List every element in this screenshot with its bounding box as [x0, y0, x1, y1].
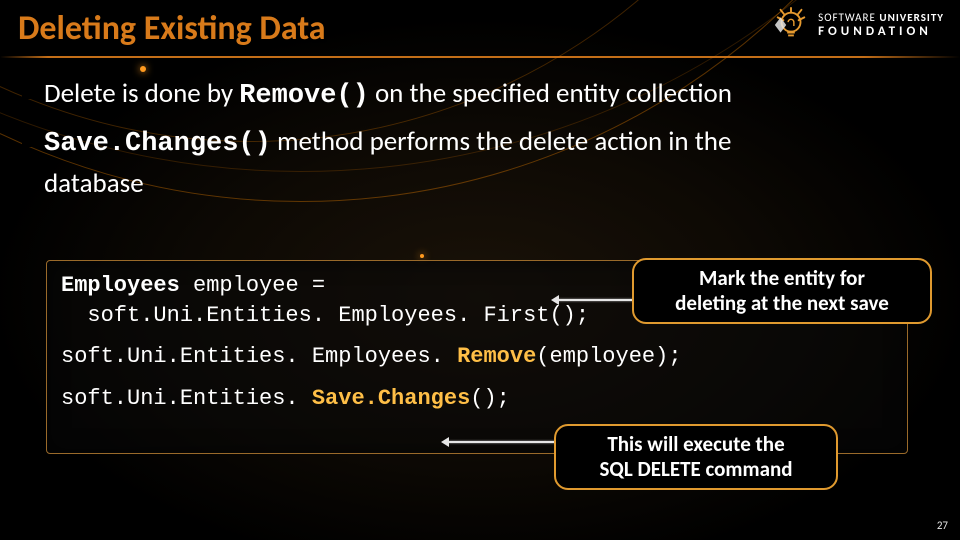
- bullet-1-text: Delete is done by: [44, 77, 239, 110]
- slide-title: Deleting Existing Data: [18, 8, 326, 49]
- connector-line-1: [558, 299, 636, 301]
- arrow-left-icon: [441, 437, 449, 447]
- decorative-dot: [140, 66, 146, 72]
- connector-line-2: [448, 441, 556, 443]
- callout-mark-entity: Mark the entity for deleting at the next…: [632, 258, 932, 324]
- code-text: soft.Uni.Entities. Employees.: [61, 344, 457, 369]
- code-line-3: soft.Uni.Entities. Employees. Remove(emp…: [61, 342, 893, 372]
- logo-line2: FOUNDATION: [818, 25, 944, 38]
- code-text: (employee);: [536, 344, 681, 369]
- code-line-4: soft.Uni.Entities. Save.Changes();: [61, 384, 893, 414]
- code-text: soft.Uni.Entities.: [61, 386, 312, 411]
- callout-sql-delete: This will execute the SQL DELETE command: [554, 424, 838, 490]
- lightbulb-icon: [772, 6, 810, 44]
- logo-text-software: SOFTWARE: [818, 11, 876, 24]
- code-text: employee =: [180, 273, 325, 298]
- bullet-2-text: method performs the delete action in the: [271, 125, 732, 158]
- callout-text: This will execute the: [570, 432, 822, 457]
- bullet-1-text-post: on the specified entity collection: [369, 77, 732, 110]
- slide: Deleting Existing Data SOFTWARE UNIVERSI…: [0, 0, 960, 540]
- logo-line1: SOFTWARE UNIVERSITY: [818, 12, 944, 23]
- code-method-remove: Remove: [457, 344, 536, 369]
- logo-text-university: UNIVERSITY: [879, 11, 944, 24]
- decorative-dot: [420, 254, 424, 258]
- bullet-list: Delete is done by Remove() on the specif…: [22, 76, 932, 210]
- code-type: Employees: [61, 273, 180, 298]
- page-number: 27: [937, 519, 948, 532]
- callout-text: Mark the entity for: [648, 266, 916, 291]
- code-method-savechanges: Save.Changes: [312, 386, 470, 411]
- code-text: ();: [470, 386, 510, 411]
- title-underline: [0, 56, 960, 58]
- arrow-left-icon: [551, 295, 559, 305]
- callout-text: deleting at the next save: [648, 291, 916, 316]
- bullet-2-code: Save.Changes(): [44, 129, 271, 159]
- bullet-2: Save.Changes() method performs the delet…: [22, 124, 932, 162]
- bullet-1: Delete is done by Remove() on the specif…: [22, 76, 932, 114]
- softuni-logo: SOFTWARE UNIVERSITY FOUNDATION: [772, 6, 944, 44]
- bullet-1-code: Remove(): [239, 81, 369, 111]
- bullet-2-continuation: database: [22, 167, 932, 200]
- callout-text: SQL DELETE command: [570, 457, 822, 482]
